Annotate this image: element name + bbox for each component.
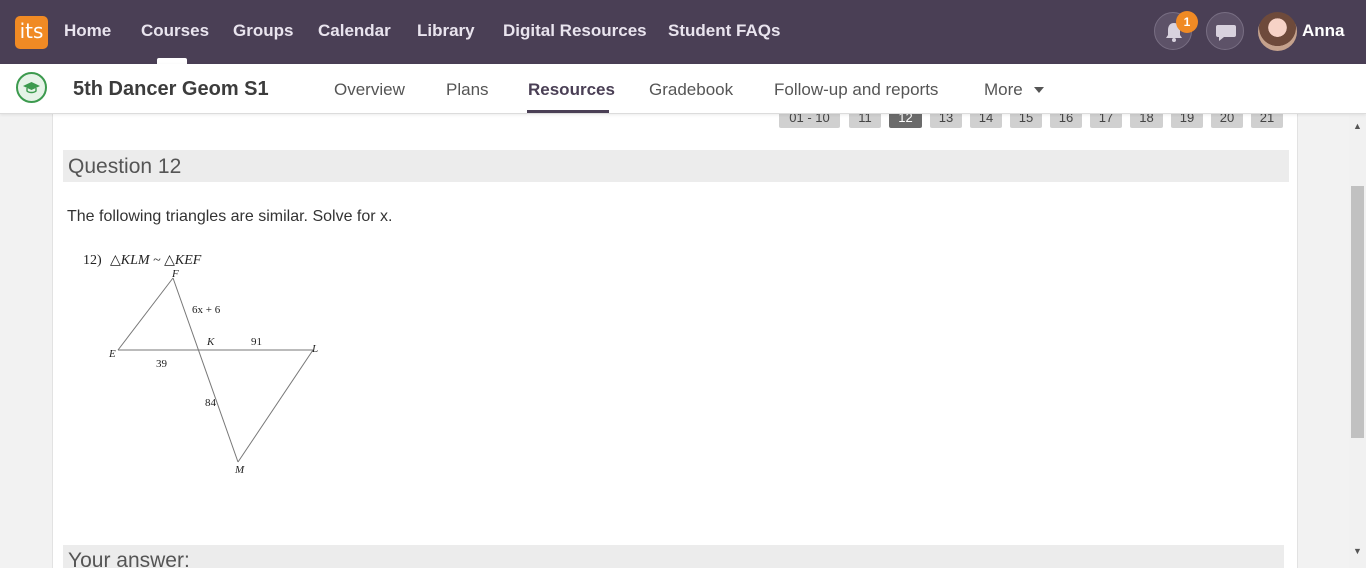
figure-problem-number: 12) [83,253,102,268]
vertex-label-m: M [234,464,245,476]
tab-more-label: More [984,80,1023,99]
pager-item-17[interactable]: 17 [1090,114,1122,128]
course-nav-bar: 5th Dancer Geom S1 Overview Plans Resour… [0,64,1366,114]
figure-similarity-statement: △KLM ~ △KEF [110,253,202,268]
nav-groups[interactable]: Groups [233,21,293,41]
pager-item-19[interactable]: 19 [1171,114,1203,128]
user-avatar[interactable] [1258,12,1297,51]
nav-courses[interactable]: Courses [141,21,209,41]
chat-bubble-icon [1216,25,1236,41]
pager-item-11[interactable]: 11 [849,114,881,128]
vertex-label-k: K [206,336,215,348]
pager-item-16[interactable]: 16 [1050,114,1082,128]
vertex-label-l: L [311,343,318,355]
top-nav-bar: its Home Courses Groups Calendar Library… [0,0,1366,64]
question-header: Question 12 [63,150,1289,182]
tab-more[interactable]: More [984,80,1045,100]
pager-item-12[interactable]: 12 [889,114,922,128]
tab-follow-up-and-reports[interactable]: Follow-up and reports [774,80,938,100]
scrollbar-thumb[interactable] [1351,186,1364,438]
segment-label-km: 84 [205,397,217,409]
scroll-up-arrow-icon[interactable]: ▲ [1349,119,1366,133]
nav-home[interactable]: Home [64,21,111,41]
question-text: The following triangles are similar. Sol… [67,208,393,225]
segment-label-kl: 91 [251,336,262,348]
pager-item-14[interactable]: 14 [970,114,1002,128]
tab-gradebook[interactable]: Gradebook [649,80,733,100]
pager-range-01-10[interactable]: 01 - 10 [779,114,840,128]
tab-plans[interactable]: Plans [446,80,489,100]
segment-label-fk: 6x + 6 [192,304,221,316]
pager-item-18[interactable]: 18 [1130,114,1163,128]
tab-resources[interactable]: Resources [528,80,615,100]
nav-student-faqs[interactable]: Student FAQs [668,21,780,41]
notification-count-badge: 1 [1176,11,1198,33]
vertex-label-f: F [171,268,179,280]
graduation-cap-icon [23,82,40,94]
its-logo[interactable]: its [15,16,48,49]
answer-header: Your answer: [63,545,1284,568]
messages-button[interactable] [1206,12,1244,50]
pager-item-21[interactable]: 21 [1251,114,1283,128]
course-icon [16,72,47,103]
question-title: Question 12 [68,155,182,178]
pager-item-13[interactable]: 13 [930,114,962,128]
nav-calendar[interactable]: Calendar [318,21,391,41]
caret-down-icon [1034,87,1045,93]
pager-item-15[interactable]: 15 [1010,114,1042,128]
pager-item-20[interactable]: 20 [1211,114,1243,128]
tab-overview[interactable]: Overview [334,80,405,100]
similar-triangles-figure: 12) △KLM ~ △KEF F E K L M 6x + 6 91 39 8… [83,253,318,476]
question-panel: 01 - 10 11 12 13 14 15 16 17 18 19 20 21… [52,114,1298,568]
scroll-down-arrow-icon[interactable]: ▼ [1349,544,1366,558]
username[interactable]: Anna [1302,21,1345,41]
segment-label-ek: 39 [156,358,168,370]
active-tab-underline [527,110,609,113]
answer-title: Your answer: [68,549,190,568]
vertex-label-e: E [108,348,116,360]
nav-library[interactable]: Library [417,21,475,41]
course-title: 5th Dancer Geom S1 [73,78,269,100]
nav-digital-resources[interactable]: Digital Resources [503,21,647,41]
